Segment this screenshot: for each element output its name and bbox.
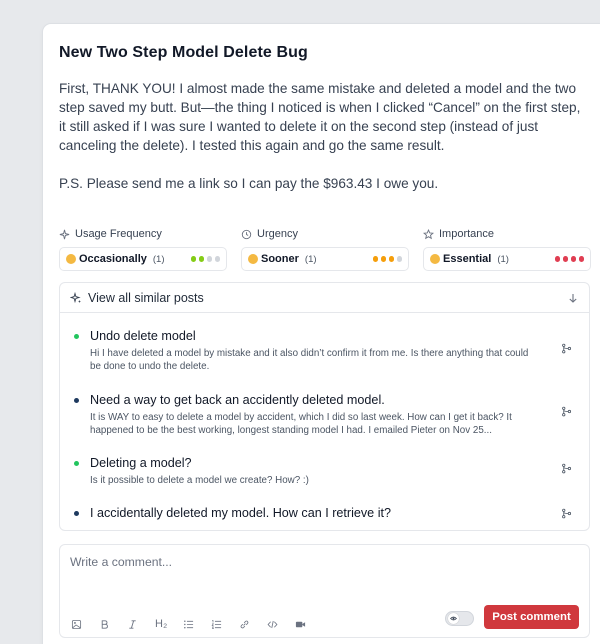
similar-posts-panel: View all similar posts Undo delete model… — [59, 282, 590, 531]
level-dot — [214, 256, 220, 262]
arrow-down-icon — [569, 293, 577, 303]
italic-icon — [129, 619, 136, 629]
bullet-list-icon — [184, 620, 194, 628]
emoji-icon — [248, 254, 258, 264]
level-dot — [396, 256, 402, 262]
heading-button[interactable]: H₂ — [155, 617, 183, 631]
video-icon — [295, 621, 306, 627]
status-dot — [74, 461, 79, 466]
meta-label-text: Usage Frequency — [75, 228, 162, 240]
level-dot — [554, 256, 560, 262]
post-card: New Two Step Model Delete Bug First, THA… — [43, 24, 600, 644]
italic-button[interactable] — [127, 617, 155, 631]
image-button[interactable] — [71, 617, 99, 631]
level-dot — [206, 256, 212, 262]
numbered-list-icon — [211, 619, 222, 629]
video-button[interactable] — [295, 617, 323, 631]
meta-label-text: Urgency — [257, 228, 298, 240]
sparkle-icon — [59, 229, 70, 239]
status-dot — [74, 511, 79, 516]
similar-post-description: Hi I have deleted a model by mistake and… — [90, 348, 529, 372]
meta-value: Essential — [443, 253, 492, 265]
numbered-list-button[interactable] — [211, 617, 239, 631]
similar-post-item[interactable]: Undo delete model Hi I have deleted a mo… — [60, 328, 589, 373]
similar-post-item[interactable]: Deleting a model? Is it possible to dele… — [60, 455, 589, 487]
meta-usage-frequency: Usage Frequency Occasionally (1) — [59, 227, 227, 271]
bold-button[interactable] — [99, 617, 127, 631]
merge-icon[interactable] — [561, 463, 572, 474]
similar-posts-toggle[interactable]: View all similar posts — [60, 283, 589, 313]
eye-icon — [448, 613, 459, 624]
urgency-select[interactable]: Sooner (1) — [241, 247, 409, 271]
post-body: First, THANK YOU! I almost made the same… — [59, 79, 600, 193]
level-dots — [372, 256, 402, 262]
bold-icon — [101, 619, 108, 629]
post-title: New Two Step Model Delete Bug — [59, 44, 308, 61]
comment-editor[interactable]: Write a comment... H₂ Post comment — [59, 544, 590, 638]
level-dot — [578, 256, 584, 262]
similar-post-item[interactable]: I accidentally deleted my model. How can… — [60, 505, 589, 521]
emoji-icon — [66, 254, 76, 264]
level-dot — [372, 256, 378, 262]
private-comment-toggle[interactable] — [445, 611, 474, 626]
meta-value: Sooner — [261, 253, 299, 265]
level-dot — [380, 256, 386, 262]
level-dots — [554, 256, 584, 262]
level-dot — [570, 256, 576, 262]
image-icon — [71, 619, 82, 629]
similar-post-title[interactable]: Deleting a model? — [90, 455, 537, 471]
heading-icon: H₂ — [155, 618, 168, 630]
sparkles-icon — [70, 291, 81, 303]
meta-count: (1) — [152, 253, 165, 265]
level-dot — [198, 256, 204, 262]
meta-count: (1) — [304, 253, 317, 265]
meta-importance: Importance Essential (1) — [423, 227, 591, 271]
importance-select[interactable]: Essential (1) — [423, 247, 591, 271]
similar-post-item[interactable]: Need a way to get back an accidently del… — [60, 392, 589, 437]
post-comment-button[interactable]: Post comment — [484, 605, 579, 629]
emoji-icon — [430, 254, 440, 264]
meta-value: Occasionally — [79, 253, 147, 265]
similar-post-title[interactable]: I accidentally deleted my model. How can… — [90, 505, 537, 521]
status-dot — [74, 334, 79, 339]
meta-label-text: Importance — [439, 228, 495, 240]
merge-icon[interactable] — [561, 343, 572, 354]
level-dots — [190, 256, 220, 262]
clock-icon — [241, 229, 252, 239]
merge-icon[interactable] — [561, 406, 572, 417]
meta-urgency: Urgency Sooner (1) — [241, 227, 409, 271]
bullet-list-button[interactable] — [183, 617, 211, 631]
comment-input[interactable]: Write a comment... — [70, 555, 172, 569]
meta-count: (1) — [497, 253, 509, 265]
formatting-toolbar: H₂ — [71, 617, 323, 631]
status-dot — [74, 398, 79, 403]
link-icon — [240, 620, 249, 628]
similar-post-description: Is it possible to delete a model we crea… — [90, 475, 309, 486]
code-button[interactable] — [267, 617, 295, 631]
level-dot — [388, 256, 394, 262]
post-meta-row: Usage Frequency Occasionally (1) Urgency… — [59, 227, 600, 271]
similar-post-title[interactable]: Undo delete model — [90, 328, 537, 344]
star-icon — [423, 228, 434, 239]
level-dot — [562, 256, 568, 262]
similar-post-title[interactable]: Need a way to get back an accidently del… — [90, 392, 537, 408]
similar-post-description: It is WAY to easy to delete a model by a… — [90, 412, 512, 436]
post-paragraph: P.S. Please send me a link so I can pay … — [59, 176, 439, 191]
usage-frequency-select[interactable]: Occasionally (1) — [59, 247, 227, 271]
post-paragraph: First, THANK YOU! I almost made the same… — [59, 81, 581, 153]
link-button[interactable] — [239, 617, 267, 631]
level-dot — [190, 256, 196, 262]
merge-icon[interactable] — [561, 508, 572, 519]
similar-posts-header-text: View all similar posts — [88, 290, 204, 305]
code-icon — [267, 620, 278, 628]
